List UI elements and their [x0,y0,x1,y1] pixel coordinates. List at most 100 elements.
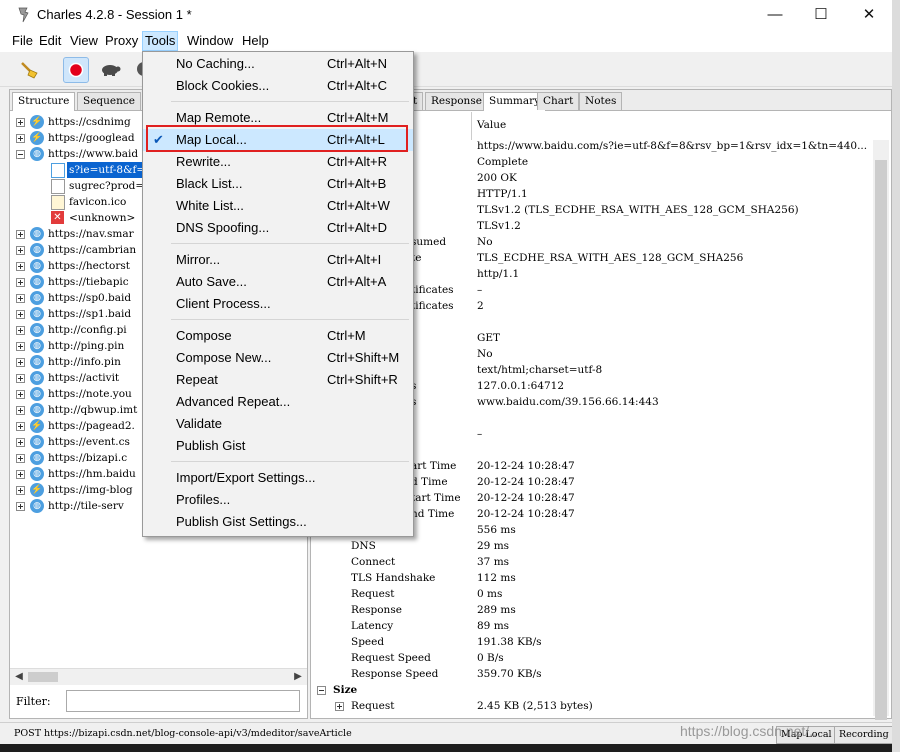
expand-icon[interactable] [16,230,25,239]
row-name: Request [351,588,395,600]
expand-icon[interactable] [16,294,25,303]
summary-row: Size [311,682,873,698]
row-value: 20-12-24 10:28:47 [477,460,575,472]
menu-item-compose-new[interactable]: Compose New... Ctrl+Shift+M [143,347,413,369]
globe-icon: ◍ [30,499,44,513]
row-value: 20-12-24 10:28:47 [477,476,575,488]
expand-icon[interactable] [16,326,25,335]
broom-icon[interactable] [17,57,41,81]
expand-icon[interactable] [16,358,25,367]
tab-structure[interactable]: Structure [12,92,76,111]
row-name: Request [351,700,395,712]
taskbar-strip [0,744,892,752]
expand-icon[interactable] [16,454,25,463]
menu-view[interactable]: View [68,32,100,50]
menu-item-publish-gist[interactable]: Publish Gist [143,435,413,457]
throttle-turtle-icon[interactable] [98,57,122,81]
charles-app-icon [18,7,29,23]
row-value: TLSv1.2 (TLS_ECDHE_RSA_WITH_AES_128_GCM_… [477,204,799,216]
expand-icon[interactable] [16,262,25,271]
expand-icon[interactable] [16,486,25,495]
expand-icon[interactable] [16,342,25,351]
maximize-button[interactable]: ☐ [798,0,844,30]
menu-item-block-cookies[interactable]: Block Cookies... Ctrl+Alt+C [143,75,413,97]
scroll-right-icon[interactable]: ▶ [290,670,306,684]
background-window-edge [892,0,900,752]
menu-item-client-process[interactable]: Client Process... [143,293,413,315]
expand-icon[interactable] [16,374,25,383]
expand-icon[interactable] [16,502,25,511]
expand-icon[interactable] [16,390,25,399]
expand-icon[interactable] [335,702,344,711]
filter-input[interactable] [66,690,300,712]
recording-status-button[interactable]: Recording [834,726,892,744]
expand-icon[interactable] [16,246,25,255]
row-value: www.baidu.com/39.156.66.14:443 [477,396,659,408]
menu-item-import-export-settings[interactable]: Import/Export Settings... [143,467,413,489]
menu-item-compose[interactable]: Compose Ctrl+M [143,325,413,347]
menu-item-advanced-repeat[interactable]: Advanced Repeat... [143,391,413,413]
summary-row: DNS 29 ms [311,538,873,554]
expand-icon[interactable] [16,470,25,479]
window-title: Charles 4.2.8 - Session 1 * [37,7,192,22]
tab-notes[interactable]: Notes [579,92,623,110]
menu-item-black-list[interactable]: Black List... Ctrl+Alt+B [143,173,413,195]
expand-icon[interactable] [16,422,25,431]
scroll-thumb[interactable] [28,672,58,682]
menu-edit[interactable]: Edit [37,32,63,50]
collapse-icon[interactable] [317,686,326,695]
expand-icon[interactable] [16,310,25,319]
row-value: 200 OK [477,172,517,184]
row-value: 2.45 KB (2,513 bytes) [477,700,593,712]
tab-sequence[interactable]: Sequence [77,92,141,110]
row-value: 359.70 KB/s [477,668,542,680]
menu-help[interactable]: Help [240,32,271,50]
row-value: 289 ms [477,604,516,616]
summary-row: Response 289 ms [311,602,873,618]
menu-tools[interactable]: Tools [142,31,179,51]
menu-item-profiles[interactable]: Profiles... [143,489,413,511]
tab-chart[interactable]: Chart [537,92,580,110]
record-button[interactable] [63,57,89,83]
globe-icon: ◍ [30,387,44,401]
row-name: tificates [411,300,454,312]
menu-item-white-list[interactable]: White List... Ctrl+Alt+W [143,195,413,217]
close-button[interactable]: ✕ [846,0,892,30]
menu-item-repeat[interactable]: Repeat Ctrl+Shift+R [143,369,413,391]
expand-icon[interactable] [16,278,25,287]
summary-row: TLS Handshake 112 ms [311,570,873,586]
row-value: – [477,428,483,440]
tools-menu: No Caching... Ctrl+Alt+N Block Cookies...… [142,51,414,537]
minimize-button[interactable]: — [752,0,798,30]
row-name: Response Speed [351,668,439,680]
scroll-thumb[interactable] [875,160,887,720]
row-value: 37 ms [477,556,510,568]
vertical-scrollbar[interactable] [873,140,889,720]
expand-icon[interactable] [16,438,25,447]
menu-proxy[interactable]: Proxy [103,32,140,50]
expand-icon[interactable] [16,406,25,415]
menu-file[interactable]: File [10,32,35,50]
column-header-value: Value [477,119,507,131]
expand-icon[interactable] [16,134,25,143]
menu-item-no-caching[interactable]: No Caching... Ctrl+Alt+N [143,53,413,75]
menu-item-mirror[interactable]: Mirror... Ctrl+Alt+I [143,249,413,271]
globe-icon: ◍ [30,435,44,449]
menu-window[interactable]: Window [185,32,235,50]
menu-item-publish-gist-settings[interactable]: Publish Gist Settings... [143,511,413,533]
summary-row: Request Speed 0 B/s [311,650,873,666]
tree-label: https://hm.baidu [48,468,136,480]
menu-item-auto-save[interactable]: Auto Save... Ctrl+Alt+A [143,271,413,293]
toolbar [0,52,892,87]
collapse-icon[interactable] [16,150,25,159]
tab-response[interactable]: Response [425,92,488,110]
menu-item-validate[interactable]: Validate [143,413,413,435]
horizontal-scrollbar[interactable]: ◀ ▶ [10,668,307,685]
expand-icon[interactable] [16,118,25,127]
menu-item-rewrite[interactable]: Rewrite... Ctrl+Alt+R [143,151,413,173]
row-value: Complete [477,156,529,168]
globe-icon: ◍ [30,275,44,289]
menu-item-dns-spoofing[interactable]: DNS Spoofing... Ctrl+Alt+D [143,217,413,239]
row-name: sumed [411,236,447,248]
scroll-left-icon[interactable]: ◀ [11,670,27,684]
